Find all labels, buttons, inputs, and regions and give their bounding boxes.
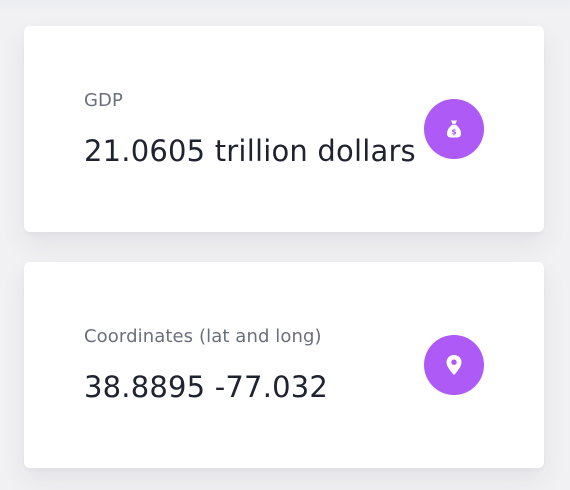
- stats-page: GDP 21.0605 trillion dollars $ Coordinat…: [0, 0, 570, 490]
- coordinates-value: 38.8895 -77.032: [84, 370, 329, 404]
- coordinates-label: Coordinates (lat and long): [84, 326, 322, 347]
- gdp-icon-badge: $: [424, 99, 484, 159]
- gdp-value: 21.0605 trillion dollars: [84, 134, 416, 168]
- coordinates-icon-badge: [424, 335, 484, 395]
- coordinates-card: Coordinates (lat and long) 38.8895 -77.0…: [24, 262, 544, 468]
- money-bag-icon: $: [447, 120, 461, 138]
- gdp-label: GDP: [84, 90, 123, 111]
- dollar-symbol: $: [451, 128, 456, 137]
- gdp-card: GDP 21.0605 trillion dollars $: [24, 26, 544, 232]
- map-marker-icon: [446, 355, 462, 375]
